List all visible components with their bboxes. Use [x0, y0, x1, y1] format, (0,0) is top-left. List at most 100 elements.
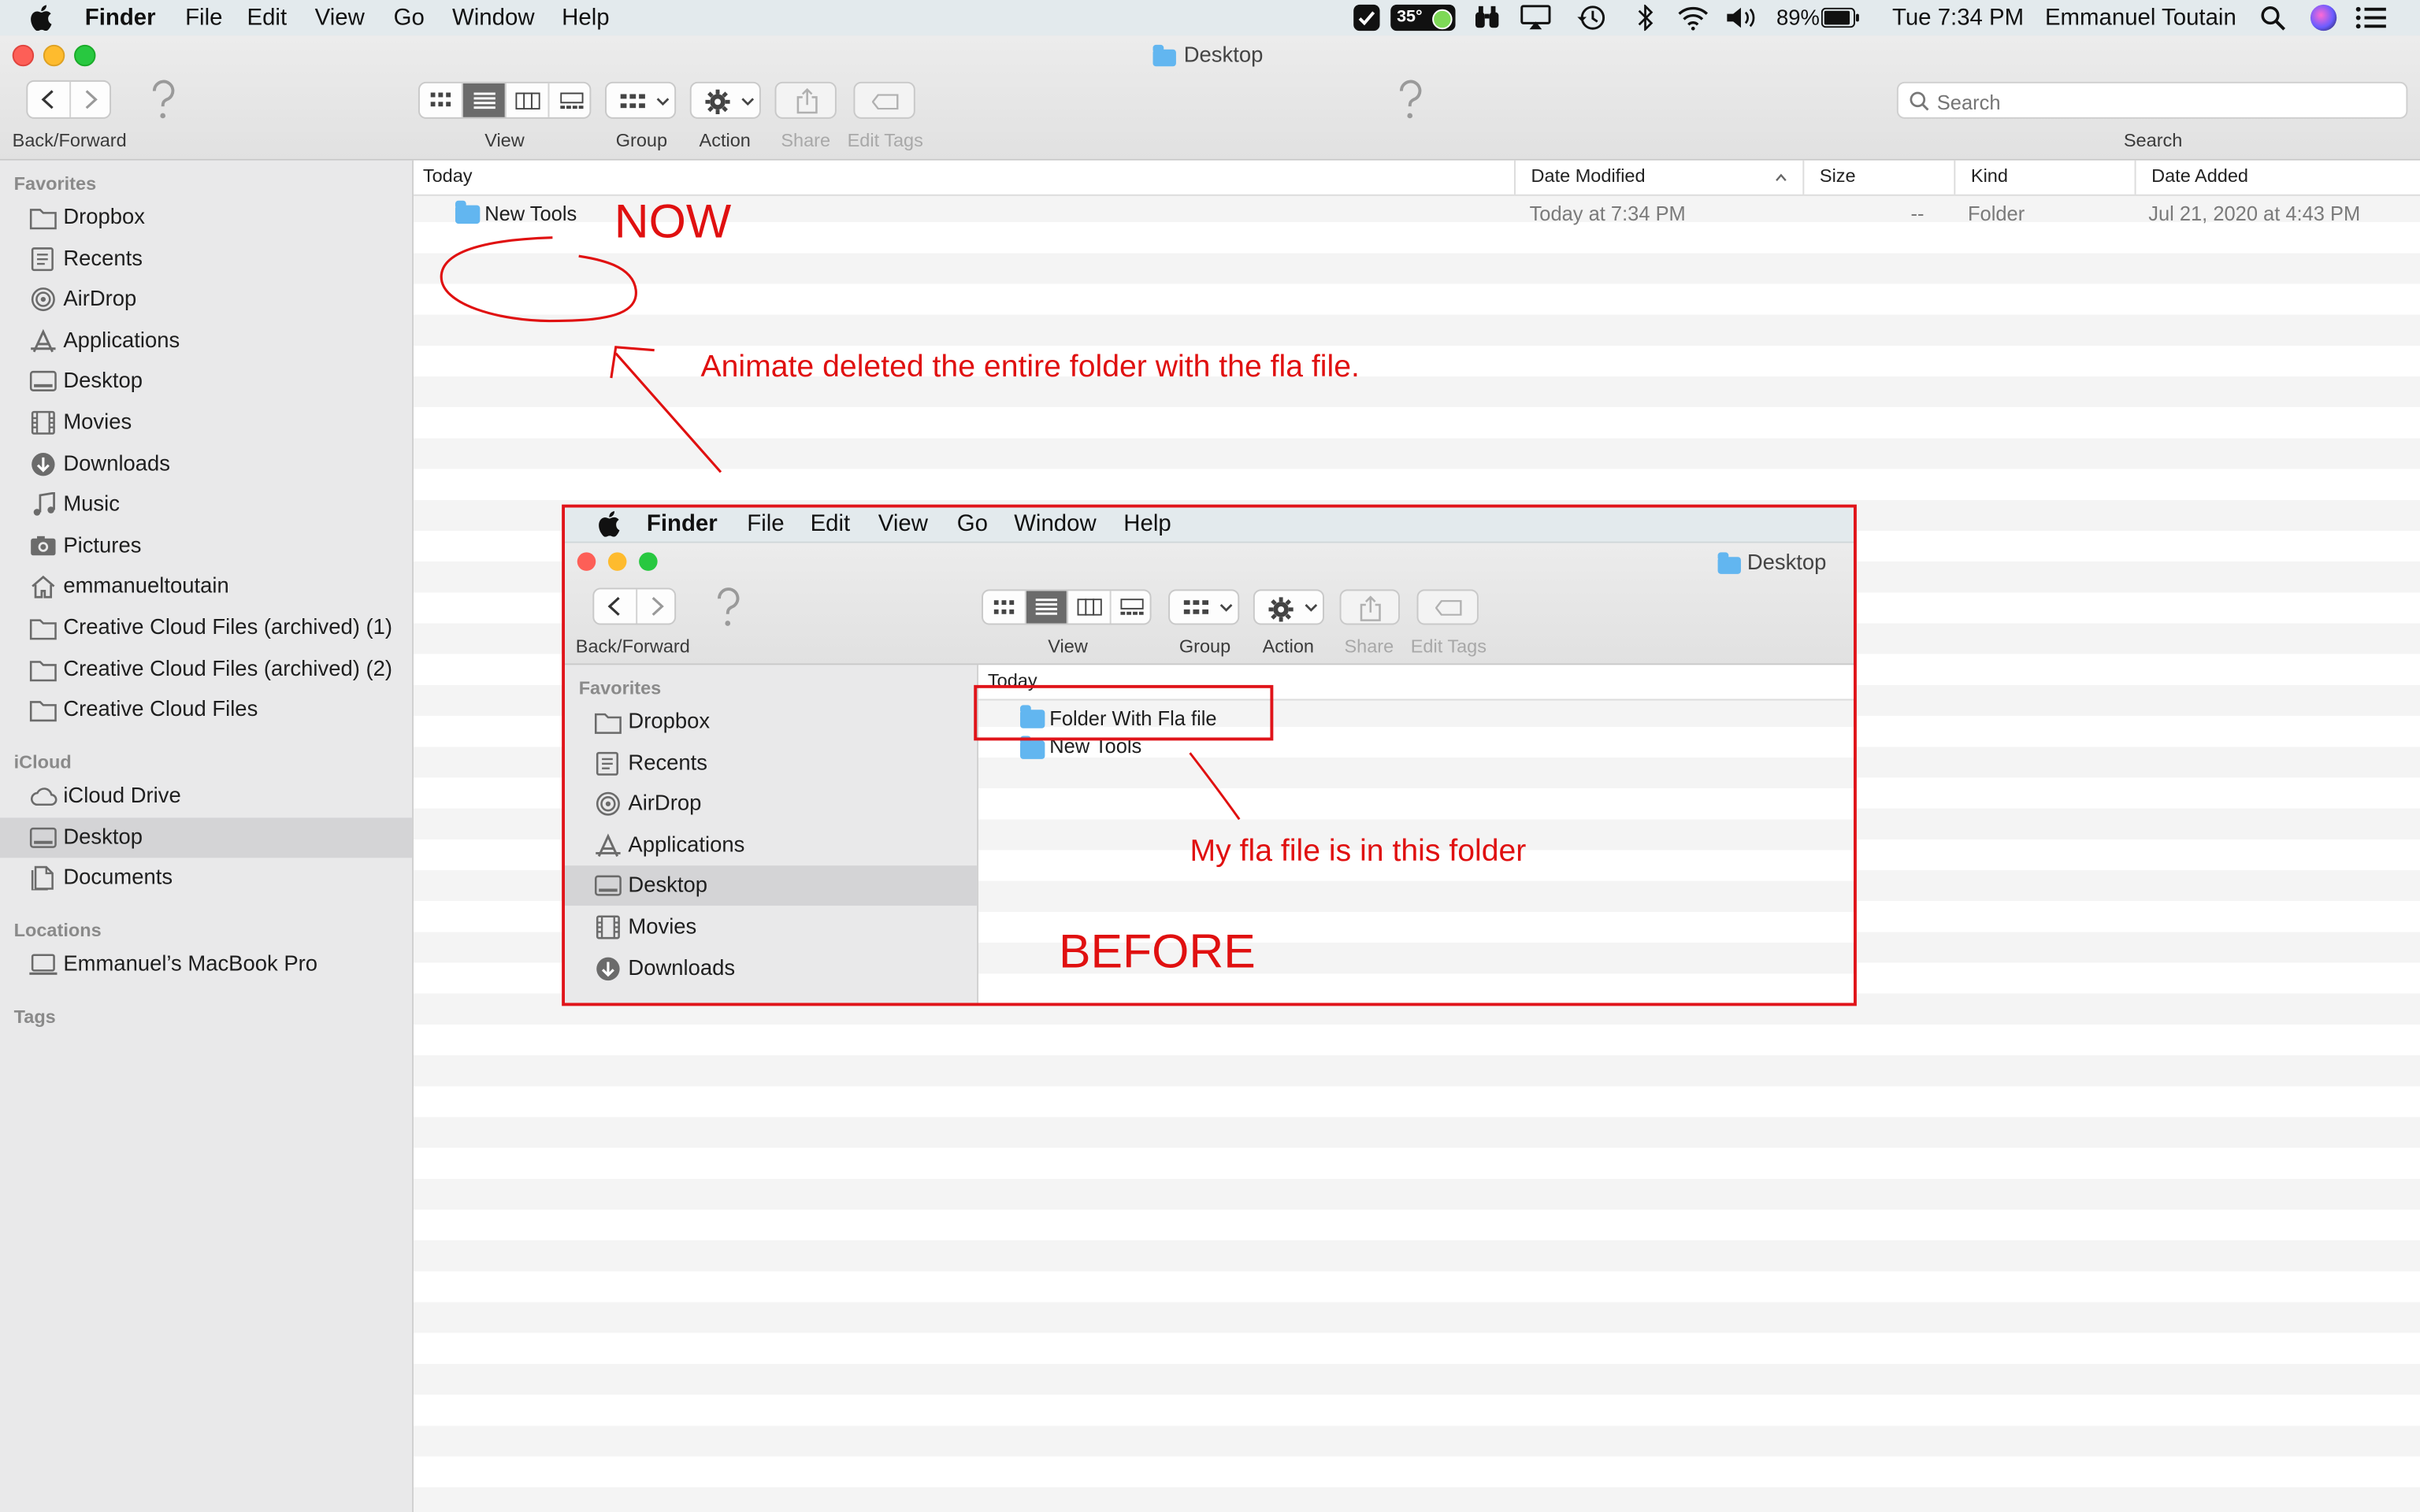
menubar-user[interactable]: Emmanuel Toutain — [2045, 5, 2236, 31]
sidebar-item-dropbox[interactable]: Dropbox — [0, 198, 412, 238]
sidebar-item-applications[interactable]: Applications — [0, 321, 412, 361]
column-view-button[interactable] — [507, 83, 550, 117]
sidebar-item-recents[interactable]: Recents — [0, 239, 412, 279]
sidebar-item-documents[interactable]: Documents — [0, 858, 412, 899]
sidebar-item-desktop[interactable]: Desktop — [0, 817, 413, 858]
volume-icon[interactable] — [1725, 5, 1759, 31]
sidebar-item-emmanueltoutain[interactable]: emmanueltoutain — [0, 567, 412, 607]
question-mark-icon[interactable] — [1394, 77, 1427, 124]
wifi-icon[interactable] — [1678, 5, 1709, 31]
search-field[interactable] — [1896, 81, 2408, 119]
movies-icon — [31, 410, 55, 435]
airplay-icon[interactable] — [1520, 5, 1551, 31]
inset-sidebar-item-downloads: Downloads — [565, 948, 977, 988]
sidebar-item-label: Downloads — [628, 954, 736, 980]
home-icon — [32, 576, 55, 599]
window-title: Desktop — [1183, 41, 1264, 67]
inset-column-view — [1068, 591, 1112, 624]
sidebar-item-movies[interactable]: Movies — [0, 402, 412, 443]
question-mark-icon — [718, 587, 740, 626]
menu-go[interactable]: Go — [394, 5, 425, 31]
share-button[interactable] — [774, 81, 837, 119]
zoom-window-button[interactable] — [74, 44, 96, 67]
tag-icon — [1435, 600, 1462, 616]
sidebar-item-music[interactable]: Music — [0, 485, 412, 525]
inset-back-forward — [592, 587, 677, 625]
sidebar-item-downloads[interactable]: Downloads — [0, 443, 412, 484]
group-button[interactable] — [605, 81, 677, 119]
group-label: Group — [615, 129, 668, 152]
inset-list-view — [1026, 591, 1068, 624]
question-mark-icon[interactable] — [147, 77, 180, 124]
menu-view[interactable]: View — [315, 5, 365, 31]
desktop-icon — [29, 371, 57, 392]
gallery-view-button[interactable] — [549, 83, 589, 117]
siri-icon[interactable] — [2310, 4, 2337, 32]
menu-file[interactable]: File — [185, 5, 222, 31]
airdrop-icon — [596, 792, 620, 817]
checkmark-icon[interactable] — [1353, 4, 1380, 32]
inset-sidebar-item-recents: Recents — [565, 743, 977, 784]
annotation-fla-note: My fla file is in this folder — [1190, 834, 1527, 869]
group-header-today: Today — [422, 165, 473, 187]
minimize-window-button[interactable] — [43, 44, 65, 67]
menu-help[interactable]: Help — [562, 5, 609, 31]
weather-widget[interactable]: 35° — [1390, 4, 1456, 32]
column-date-modified[interactable]: Date Modified — [1513, 160, 1802, 195]
inset-title-folder-icon — [1717, 552, 1741, 574]
folder-icon — [29, 701, 57, 722]
battery-percent: 89% — [1776, 4, 1820, 30]
sidebar-item-desktop[interactable]: Desktop — [0, 361, 412, 402]
chevron-left-icon — [607, 597, 620, 616]
sidebar-item-creative-cloud-files-archived-1[interactable]: Creative Cloud Files (archived) (1) — [0, 608, 412, 648]
notification-center-icon[interactable] — [2355, 6, 2386, 29]
menubar-clock[interactable]: Tue 7:34 PM — [1892, 5, 2024, 31]
action-button[interactable] — [689, 81, 761, 119]
sidebar-item-creative-cloud-files-archived-2[interactable]: Creative Cloud Files (archived) (2) — [0, 649, 412, 689]
music-icon — [33, 492, 55, 517]
apple-icon[interactable] — [29, 5, 52, 32]
movies-icon — [596, 915, 620, 939]
downloads-icon — [32, 452, 55, 476]
cloud-icon — [31, 788, 58, 806]
action-label: Action — [699, 129, 751, 152]
tag-icon — [871, 94, 899, 110]
edit-tags-label: Edit Tags — [847, 129, 923, 152]
apple-icon — [599, 511, 620, 537]
sidebar-item-icloud-drive[interactable]: iCloud Drive — [0, 776, 412, 816]
inset-sidebar-item-dropbox: Dropbox — [565, 702, 977, 742]
edit-tags-button[interactable] — [853, 81, 915, 119]
search-input[interactable] — [1933, 86, 2403, 117]
sidebar-item-label: Creative Cloud Files (archived) (2) — [63, 654, 393, 680]
column-date-added[interactable]: Date Added — [2134, 160, 2420, 195]
column-size[interactable]: Size — [1802, 160, 1954, 195]
bluetooth-icon[interactable] — [1636, 4, 1655, 32]
chevron-down-icon — [1219, 604, 1233, 612]
column-kind[interactable]: Kind — [1954, 160, 2136, 195]
sidebar: Favorites Dropbox Recents AirDrop Applicati… — [0, 160, 414, 1512]
binoculars-icon[interactable] — [1474, 5, 1500, 31]
sidebar-section-favorites: Favorites — [13, 172, 97, 195]
icon-view-button[interactable] — [420, 83, 463, 117]
forward-button[interactable] — [71, 82, 111, 117]
sidebar-item-emmanuel-s-macbook-pro[interactable]: Emmanuel’s MacBook Pro — [0, 944, 412, 984]
sidebar-item-pictures[interactable]: Pictures — [0, 526, 412, 566]
sidebar-item-label: Creative Cloud Files — [63, 695, 258, 721]
menu-window[interactable]: Window — [452, 5, 535, 31]
inset-menu-view: View — [878, 510, 928, 537]
menu-app-finder[interactable]: Finder — [85, 5, 156, 31]
close-window-button[interactable] — [12, 44, 35, 67]
time-machine-icon[interactable] — [1576, 5, 1606, 31]
list-view-button[interactable] — [462, 83, 507, 117]
spotlight-search-icon[interactable] — [2259, 5, 2286, 31]
inset-sidebar-item-applications: Applications — [565, 825, 977, 865]
back-button[interactable] — [28, 81, 72, 117]
sidebar-item-creative-cloud-files[interactable]: Creative Cloud Files — [0, 690, 412, 730]
battery-icon[interactable] — [1821, 7, 1860, 28]
sidebar-item-airdrop[interactable]: AirDrop — [0, 280, 412, 320]
folder-icon — [455, 200, 481, 224]
view-label: View — [484, 129, 525, 152]
menu-edit[interactable]: Edit — [247, 5, 287, 31]
row-date-modified: Today at 7:34 PM — [1529, 202, 1686, 226]
annotation-circle — [440, 236, 637, 323]
